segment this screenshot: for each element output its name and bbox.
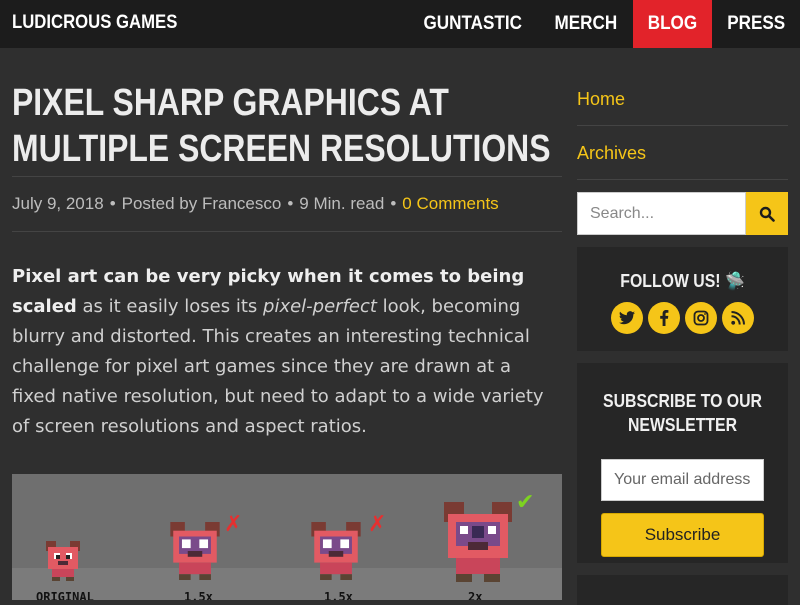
sidebar-link-archives[interactable]: Archives — [577, 126, 788, 180]
subscribe-button[interactable]: Subscribe — [601, 513, 764, 557]
follow-us-widget: FOLLOW US! 🛸 — [577, 247, 788, 351]
search-input[interactable] — [577, 192, 746, 235]
figure-label: ORIGINAL — [36, 590, 94, 600]
twitter-icon[interactable] — [611, 302, 643, 334]
social-links — [577, 302, 788, 334]
sidebar-widget — [577, 575, 788, 605]
main-nav: GUNTASTIC MERCH BLOG PRESS — [406, 0, 800, 48]
cross-icon: ✗ — [368, 512, 387, 537]
nav-blog[interactable]: BLOG — [632, 0, 712, 48]
figure-label: 2x — [468, 590, 483, 600]
search-form — [577, 192, 788, 235]
site-brand[interactable]: LUDICROUS GAMES — [12, 12, 177, 34]
search-button[interactable] — [746, 192, 788, 235]
pixel-character-sprite — [444, 502, 512, 582]
instagram-icon[interactable] — [685, 302, 717, 334]
page-title: PIXEL SHARP GRAPHICS AT MULTIPLE SCREEN … — [12, 82, 551, 170]
post-author: Posted by Francesco — [121, 194, 282, 213]
pixel-character-sprite — [46, 541, 80, 581]
pixel-character-sprite — [311, 522, 361, 580]
figure-label: 1.5x — [184, 590, 213, 600]
sidebar: Home Archives FOLLOW US! 🛸 — [577, 48, 788, 605]
nav-press[interactable]: PRESS — [712, 0, 800, 48]
top-navbar: LUDICROUS GAMES GUNTASTIC MERCH BLOG PRE… — [0, 0, 800, 48]
post-date: July 9, 2018 — [12, 194, 104, 213]
read-time: 9 Min. read — [299, 194, 385, 213]
pixel-character-sprite — [170, 522, 220, 580]
post-meta: July 9, 2018 • Posted by Francesco • 9 Min. … — [12, 194, 499, 213]
facebook-icon[interactable] — [648, 302, 680, 334]
newsletter-widget: SUBSCRIBE TO OUR NEWSLETTER Subscribe — [577, 363, 788, 563]
follow-title: FOLLOW US! 🛸 — [620, 271, 745, 291]
comments-link[interactable]: 0 Comments — [402, 194, 498, 213]
check-icon: ✔ — [516, 490, 535, 515]
scaling-comparison-image: ✗ ✗ ✔ ORIGINAL 1.5x 1.5x 2x — [12, 474, 562, 600]
article-lead: Pixel art can be very picky when it come… — [12, 266, 544, 437]
cross-icon: ✗ — [224, 512, 243, 537]
article-column: PIXEL SHARP GRAPHICS AT MULTIPLE SCREEN … — [12, 48, 562, 442]
sidebar-link-home[interactable]: Home — [577, 72, 788, 126]
figure-label: 1.5x — [324, 590, 353, 600]
nav-merch[interactable]: MERCH — [539, 0, 633, 48]
email-field[interactable] — [601, 459, 764, 501]
newsletter-title: SUBSCRIBE TO OUR NEWSLETTER — [602, 391, 763, 435]
rss-icon[interactable] — [722, 302, 754, 334]
nav-guntastic[interactable]: GUNTASTIC — [406, 0, 539, 48]
divider — [12, 231, 562, 232]
search-icon — [759, 206, 775, 222]
